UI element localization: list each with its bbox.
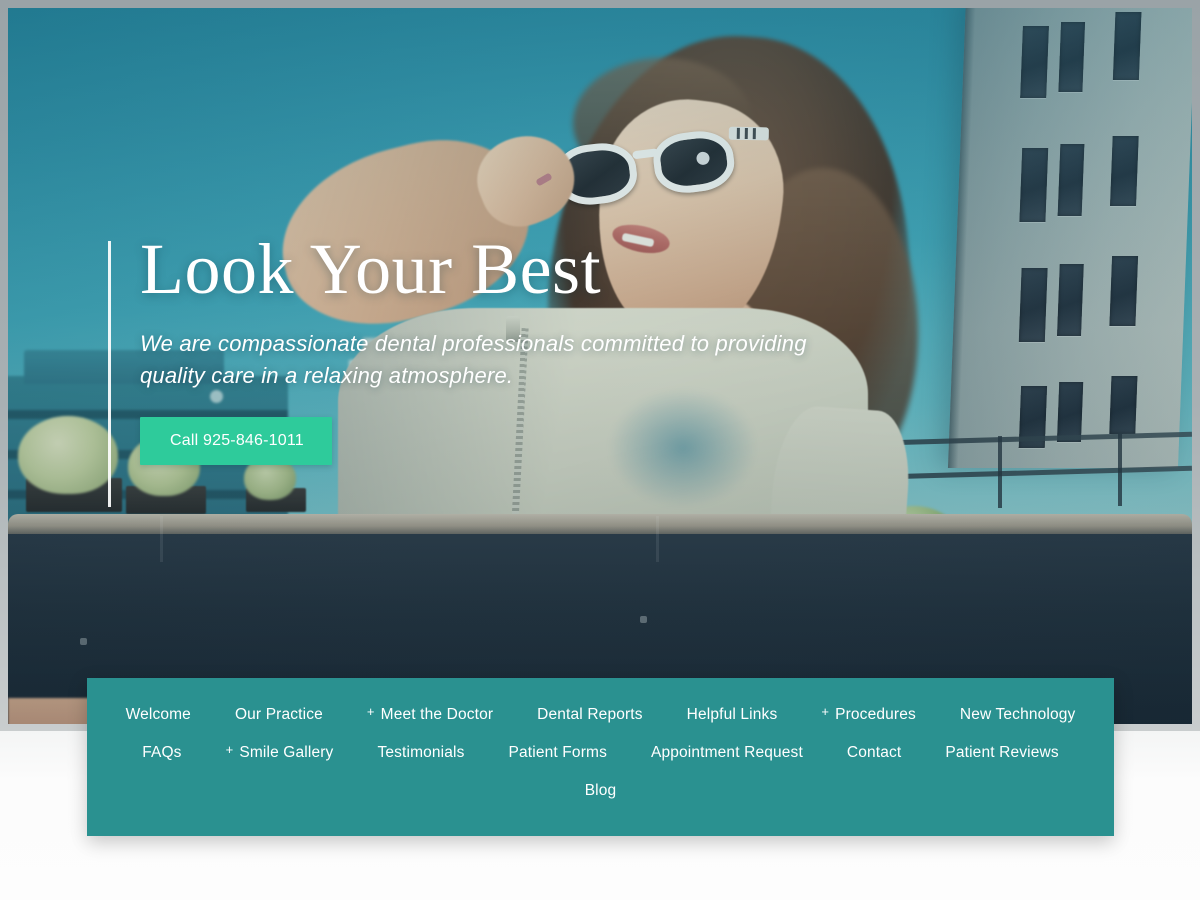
hero-banner: Look Your Best We are compassionate dent… — [8, 8, 1192, 724]
submenu-plus-icon: + — [366, 704, 375, 719]
nav-item-blog[interactable]: Blog — [563, 772, 639, 810]
hero-copy: Look Your Best We are compassionate dent… — [108, 229, 868, 507]
nav-item-faqs[interactable]: FAQs — [120, 734, 203, 772]
nav-row-2: FAQs + Smile Gallery Testimonials Patient Fo… — [105, 734, 1096, 772]
hero-frame: Look Your Best We are compassionate dent… — [0, 0, 1200, 731]
nav-item-label: Smile Gallery — [239, 744, 334, 761]
submenu-plus-icon: + — [225, 742, 234, 757]
nav-item-label: FAQs — [142, 744, 182, 761]
nav-item-new-technology[interactable]: New Technology — [938, 696, 1098, 734]
nav-item-label: Procedures — [835, 706, 916, 723]
nav-item-label: Testimonials — [377, 744, 465, 761]
nav-item-procedures[interactable]: + Procedures — [799, 696, 938, 734]
call-phone-button[interactable]: Call 925-846-1011 — [140, 416, 332, 465]
hero-accent-line — [108, 241, 111, 507]
page-root: Look Your Best We are compassionate dent… — [0, 0, 1200, 900]
nav-item-patient-forms[interactable]: Patient Forms — [487, 734, 629, 772]
nav-item-testimonials[interactable]: Testimonials — [355, 734, 486, 772]
nav-row-3: Blog — [105, 772, 1096, 810]
hero-subtitle: We are compassionate dental professional… — [140, 331, 807, 388]
nav-item-label: Our Practice — [234, 706, 323, 723]
nav-item-label: Blog — [584, 782, 617, 799]
nav-item-appointment-request[interactable]: Appointment Request — [629, 734, 825, 772]
nav-item-label: Appointment Request — [650, 744, 803, 761]
nav-item-helpful-links[interactable]: Helpful Links — [665, 696, 800, 734]
nav-item-label: Helpful Links — [686, 706, 778, 723]
nav-item-label: Contact — [846, 744, 902, 761]
nav-item-label: Patient Reviews — [945, 744, 1059, 761]
nav-item-label: Dental Reports — [537, 706, 643, 723]
main-navigation: Welcome Our Practice + Meet the Doctor Denta… — [87, 678, 1114, 836]
nav-item-label: New Technology — [959, 706, 1076, 723]
nav-item-our-practice[interactable]: Our Practice — [213, 696, 345, 734]
submenu-plus-icon: + — [821, 704, 830, 719]
nav-item-label: Meet the Doctor — [380, 706, 494, 723]
hero-title: Look Your Best — [140, 229, 602, 309]
nav-item-dental-reports[interactable]: Dental Reports — [515, 696, 664, 734]
nav-item-contact[interactable]: Contact — [825, 734, 923, 772]
nav-item-patient-reviews[interactable]: Patient Reviews — [923, 734, 1080, 772]
nav-item-label: Welcome — [125, 706, 191, 723]
nav-row-1: Welcome Our Practice + Meet the Doctor Denta… — [105, 696, 1096, 734]
nav-item-welcome[interactable]: Welcome — [104, 696, 213, 734]
hero-cta-wrapper: Call 925-846-1011 — [108, 416, 868, 465]
nav-item-meet-the-doctor[interactable]: + Meet the Doctor — [345, 696, 515, 734]
nav-item-label: Patient Forms — [508, 744, 607, 761]
nav-item-smile-gallery[interactable]: + Smile Gallery — [204, 734, 356, 772]
